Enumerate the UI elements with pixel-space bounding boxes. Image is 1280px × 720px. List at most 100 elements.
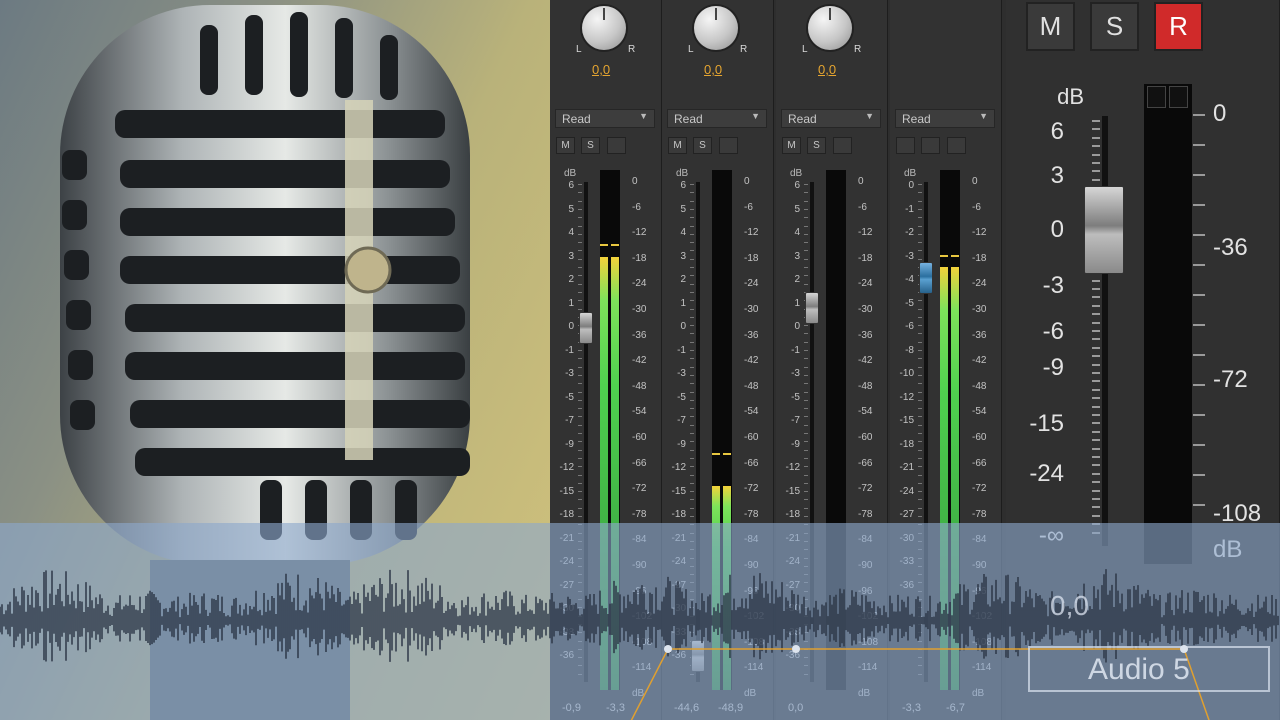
automation-mode-select[interactable]: Read ▼ bbox=[667, 109, 767, 128]
meter-scale-label: -30 bbox=[744, 304, 759, 315]
record-button[interactable]: R bbox=[1154, 2, 1203, 51]
automation-mode-select[interactable]: Read ▼ bbox=[781, 109, 881, 128]
meter-scale-label: -36 bbox=[972, 329, 987, 341]
solo-button[interactable]: S bbox=[807, 137, 826, 154]
meter-scale-label: -12 bbox=[744, 227, 759, 239]
pan-value[interactable]: 0,0 bbox=[818, 62, 836, 77]
pan-value[interactable]: 0,0 bbox=[592, 62, 610, 77]
fader-scale-label: 6 bbox=[568, 180, 574, 191]
fader-scale-label: -9 bbox=[565, 438, 574, 450]
pan-knob[interactable] bbox=[694, 6, 738, 50]
meter-scale-label: -66 bbox=[632, 457, 647, 469]
fader-scale-label: 3 bbox=[568, 250, 574, 262]
meter-scale-label: -6 bbox=[972, 201, 981, 213]
automation-mode-select[interactable]: Read ▼ bbox=[895, 109, 995, 128]
meter-scale-label: -60 bbox=[744, 432, 759, 443]
pan-knob[interactable] bbox=[582, 6, 626, 50]
meter-scale-label: 0 bbox=[972, 176, 978, 187]
fader-scale-label: -15 bbox=[1029, 410, 1064, 437]
fader-scale-label: -21 bbox=[899, 462, 914, 473]
meter-scale-label: -54 bbox=[858, 406, 873, 418]
solo-button[interactable]: S bbox=[581, 137, 600, 154]
fader-scale-label: -7 bbox=[565, 415, 574, 426]
fader-scale-label: -12 bbox=[559, 462, 574, 473]
volume-fader[interactable] bbox=[805, 292, 819, 324]
chevron-down-icon: ▼ bbox=[639, 111, 648, 121]
fader-scale-label: -8 bbox=[905, 344, 914, 356]
record-arm-button[interactable] bbox=[607, 137, 626, 154]
fader-scale-label: -2 bbox=[905, 227, 914, 238]
db-header: dB bbox=[904, 168, 917, 179]
pan-left-label: L bbox=[576, 44, 582, 55]
meter-scale-label: -48 bbox=[744, 380, 759, 392]
pan-right-label: R bbox=[628, 44, 636, 55]
fader-scale-label: 3 bbox=[1050, 162, 1064, 189]
fader-scale-label: 2 bbox=[794, 274, 800, 285]
fader-scale-label: 5 bbox=[794, 203, 800, 215]
pan-value[interactable]: 0,0 bbox=[704, 62, 722, 77]
envelope-keyframe[interactable] bbox=[664, 645, 672, 653]
fader-scale-label: 4 bbox=[568, 227, 574, 238]
fader-scale-label: -15 bbox=[559, 485, 574, 497]
fader-scale-label: -7 bbox=[791, 415, 800, 426]
meter-scale-label: -24 bbox=[858, 278, 873, 290]
meter-scale-label: -42 bbox=[632, 355, 647, 367]
solo-button[interactable]: S bbox=[693, 137, 712, 154]
envelope-keyframe[interactable] bbox=[792, 645, 800, 653]
mute-button[interactable]: M bbox=[1026, 2, 1075, 51]
pan-right-label: R bbox=[854, 44, 862, 55]
meter-scale-label: -42 bbox=[972, 355, 987, 367]
meter-scale-label: -54 bbox=[744, 406, 759, 418]
meter-peak-indicator bbox=[1169, 86, 1188, 108]
automation-mode-select[interactable]: Read ▼ bbox=[555, 109, 655, 128]
volume-fader[interactable] bbox=[579, 312, 593, 344]
solo-button[interactable]: S bbox=[1090, 2, 1139, 51]
fader-scale-label: 3 bbox=[680, 250, 686, 262]
fader-scale-label: -9 bbox=[1042, 354, 1064, 381]
fader-scale-label: -1 bbox=[565, 344, 574, 356]
chevron-down-icon: ▼ bbox=[979, 111, 988, 121]
meter-scale-label: -60 bbox=[972, 432, 987, 443]
mute-button[interactable] bbox=[896, 137, 915, 154]
meter-scale-label: -48 bbox=[858, 380, 873, 392]
db-header: dB bbox=[564, 168, 577, 179]
fader-track bbox=[1102, 116, 1108, 546]
meter-scale-label: -18 bbox=[744, 252, 759, 264]
meter-scale-label: -78 bbox=[744, 508, 759, 520]
fader-scale-label: -12 bbox=[785, 462, 800, 473]
record-arm-button[interactable] bbox=[833, 137, 852, 154]
meter-scale-label: -24 bbox=[972, 278, 987, 290]
record-arm-button[interactable] bbox=[719, 137, 738, 154]
pan-knob[interactable] bbox=[808, 6, 852, 50]
meter-scale-label: -72 bbox=[972, 483, 987, 495]
meter-scale-label: -18 bbox=[858, 252, 873, 264]
clip-name-label[interactable]: Audio 5 bbox=[1028, 646, 1270, 692]
fader-scale-label: -18 bbox=[671, 509, 686, 520]
mute-button[interactable]: M bbox=[782, 137, 801, 154]
db-header: dB bbox=[1057, 84, 1084, 109]
pan-right-label: R bbox=[740, 44, 748, 55]
fader-scale-label: 1 bbox=[794, 297, 800, 309]
meter-scale-label: -54 bbox=[632, 406, 647, 418]
fader-scale-label: 1 bbox=[568, 297, 574, 309]
meter-scale-label: -36 bbox=[744, 329, 759, 341]
meter-scale-label: -72 bbox=[744, 483, 759, 495]
fader-scale-label: -27 bbox=[899, 509, 914, 520]
mute-button[interactable]: M bbox=[668, 137, 687, 154]
fader-scale-label: -5 bbox=[791, 391, 800, 403]
mute-button[interactable]: M bbox=[556, 137, 575, 154]
fader-scale-label: -12 bbox=[671, 462, 686, 473]
fader-scale-label: 4 bbox=[680, 227, 686, 238]
meter-scale-label: 0 bbox=[744, 176, 750, 187]
volume-fader[interactable] bbox=[919, 262, 933, 294]
fader-scale-label: -9 bbox=[677, 438, 686, 450]
automation-mode-label: Read bbox=[674, 112, 703, 126]
master-volume-fader[interactable] bbox=[1084, 186, 1124, 274]
meter-scale-label: -48 bbox=[632, 380, 647, 392]
fader-scale-label: -24 bbox=[1029, 460, 1064, 487]
fader-scale-label: -15 bbox=[785, 485, 800, 497]
fader-scale-label: 2 bbox=[680, 274, 686, 285]
record-arm-button[interactable] bbox=[947, 137, 966, 154]
solo-button[interactable] bbox=[921, 137, 940, 154]
fader-scale-label: 3 bbox=[794, 250, 800, 262]
